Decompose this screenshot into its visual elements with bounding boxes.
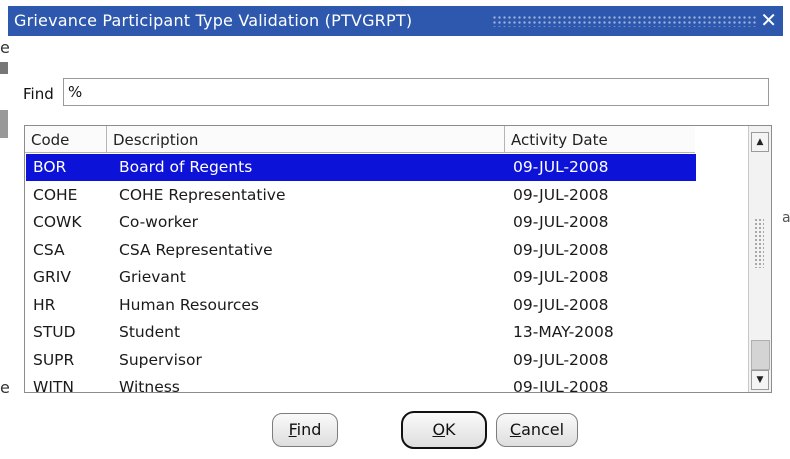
title-bar[interactable]: Grievance Participant Type Validation (P…	[8, 6, 783, 36]
ok-button[interactable]: OK	[401, 411, 487, 449]
description-cell: Grievant	[119, 268, 186, 286]
activity-date-cell: 09-JUL-2008	[513, 295, 609, 314]
activity-date-cell: 09-JUL-2008	[513, 240, 609, 259]
description-cell: Student	[119, 323, 181, 341]
description-cell: Witness	[119, 378, 180, 393]
code-cell: COWK	[33, 213, 82, 231]
description-cell: Board of Regents	[119, 158, 253, 176]
column-header-description[interactable]: Description	[107, 126, 505, 153]
activity-date-cell: 13-MAY-2008	[513, 323, 614, 341]
table-row[interactable]: GRIV Grievant 09-JUL-2008	[26, 264, 696, 291]
find-label: Find	[23, 85, 54, 103]
description-cell: Supervisor	[119, 350, 202, 369]
activity-date-cell: 09-JUL-2008	[513, 185, 609, 204]
table-row[interactable]: COHE COHE Representative 09-JUL-2008	[26, 182, 696, 209]
table-row[interactable]: WITN Witness 09-JUL-2008	[26, 374, 696, 393]
vertical-scrollbar[interactable]: ▲ ▼	[748, 126, 771, 392]
results-list[interactable]: Code Description Activity Date BOR Board …	[24, 125, 772, 393]
code-cell: GRIV	[33, 268, 71, 286]
scroll-up-arrow-icon[interactable]: ▲	[751, 132, 769, 152]
activity-date-cell: 09-JUL-2008	[513, 350, 609, 369]
close-icon[interactable]: ✕	[760, 8, 777, 32]
scroll-thumb[interactable]	[751, 340, 770, 370]
code-cell: STUD	[33, 323, 76, 341]
activity-date-cell: 09-JUL-2008	[513, 378, 609, 393]
column-header-activity-date[interactable]: Activity Date	[505, 126, 695, 153]
description-cell: Human Resources	[119, 295, 259, 314]
description-cell: COHE Representative	[119, 185, 286, 204]
background-edge	[0, 110, 8, 138]
window-title: Grievance Participant Type Validation (P…	[14, 11, 413, 30]
description-cell: Co-worker	[119, 213, 199, 231]
table-row[interactable]: STUD Student 13-MAY-2008	[26, 319, 696, 346]
activity-date-cell: 09-JUL-2008	[513, 213, 609, 231]
validation-dialog: e e a Grievance Participant Type Validat…	[0, 0, 790, 459]
code-cell: WITN	[33, 378, 74, 393]
table-row[interactable]: COWK Co-worker 09-JUL-2008	[26, 209, 696, 236]
background-edge	[0, 62, 8, 74]
description-cell: CSA Representative	[119, 240, 273, 259]
find-button[interactable]: Find	[272, 413, 338, 447]
background-fragment: a	[782, 210, 790, 226]
table-row[interactable]: HR Human Resources 09-JUL-2008	[26, 292, 696, 319]
column-header-code[interactable]: Code	[25, 126, 107, 153]
activity-date-cell: 09-JUL-2008	[513, 158, 609, 176]
activity-date-cell: 09-JUL-2008	[513, 268, 609, 286]
scroll-grip-dots	[754, 218, 764, 268]
cancel-button[interactable]: Cancel	[496, 413, 578, 447]
find-input[interactable]: %	[63, 78, 769, 106]
code-cell: SUPR	[33, 350, 75, 369]
background-fragment: e	[0, 38, 10, 57]
code-cell: COHE	[33, 185, 78, 204]
code-cell: BOR	[33, 158, 67, 176]
table-row[interactable]: BOR Board of Regents 09-JUL-2008	[26, 154, 696, 181]
scroll-down-arrow-icon[interactable]: ▼	[751, 370, 769, 390]
list-header: Code Description Activity Date	[25, 126, 745, 154]
table-row[interactable]: SUPR Supervisor 09-JUL-2008	[26, 347, 696, 374]
title-grip-pattern	[492, 15, 758, 27]
code-cell: CSA	[33, 240, 65, 259]
code-cell: HR	[33, 295, 56, 314]
background-fragment: e	[0, 378, 10, 397]
table-row[interactable]: CSA CSA Representative 09-JUL-2008	[26, 237, 696, 264]
